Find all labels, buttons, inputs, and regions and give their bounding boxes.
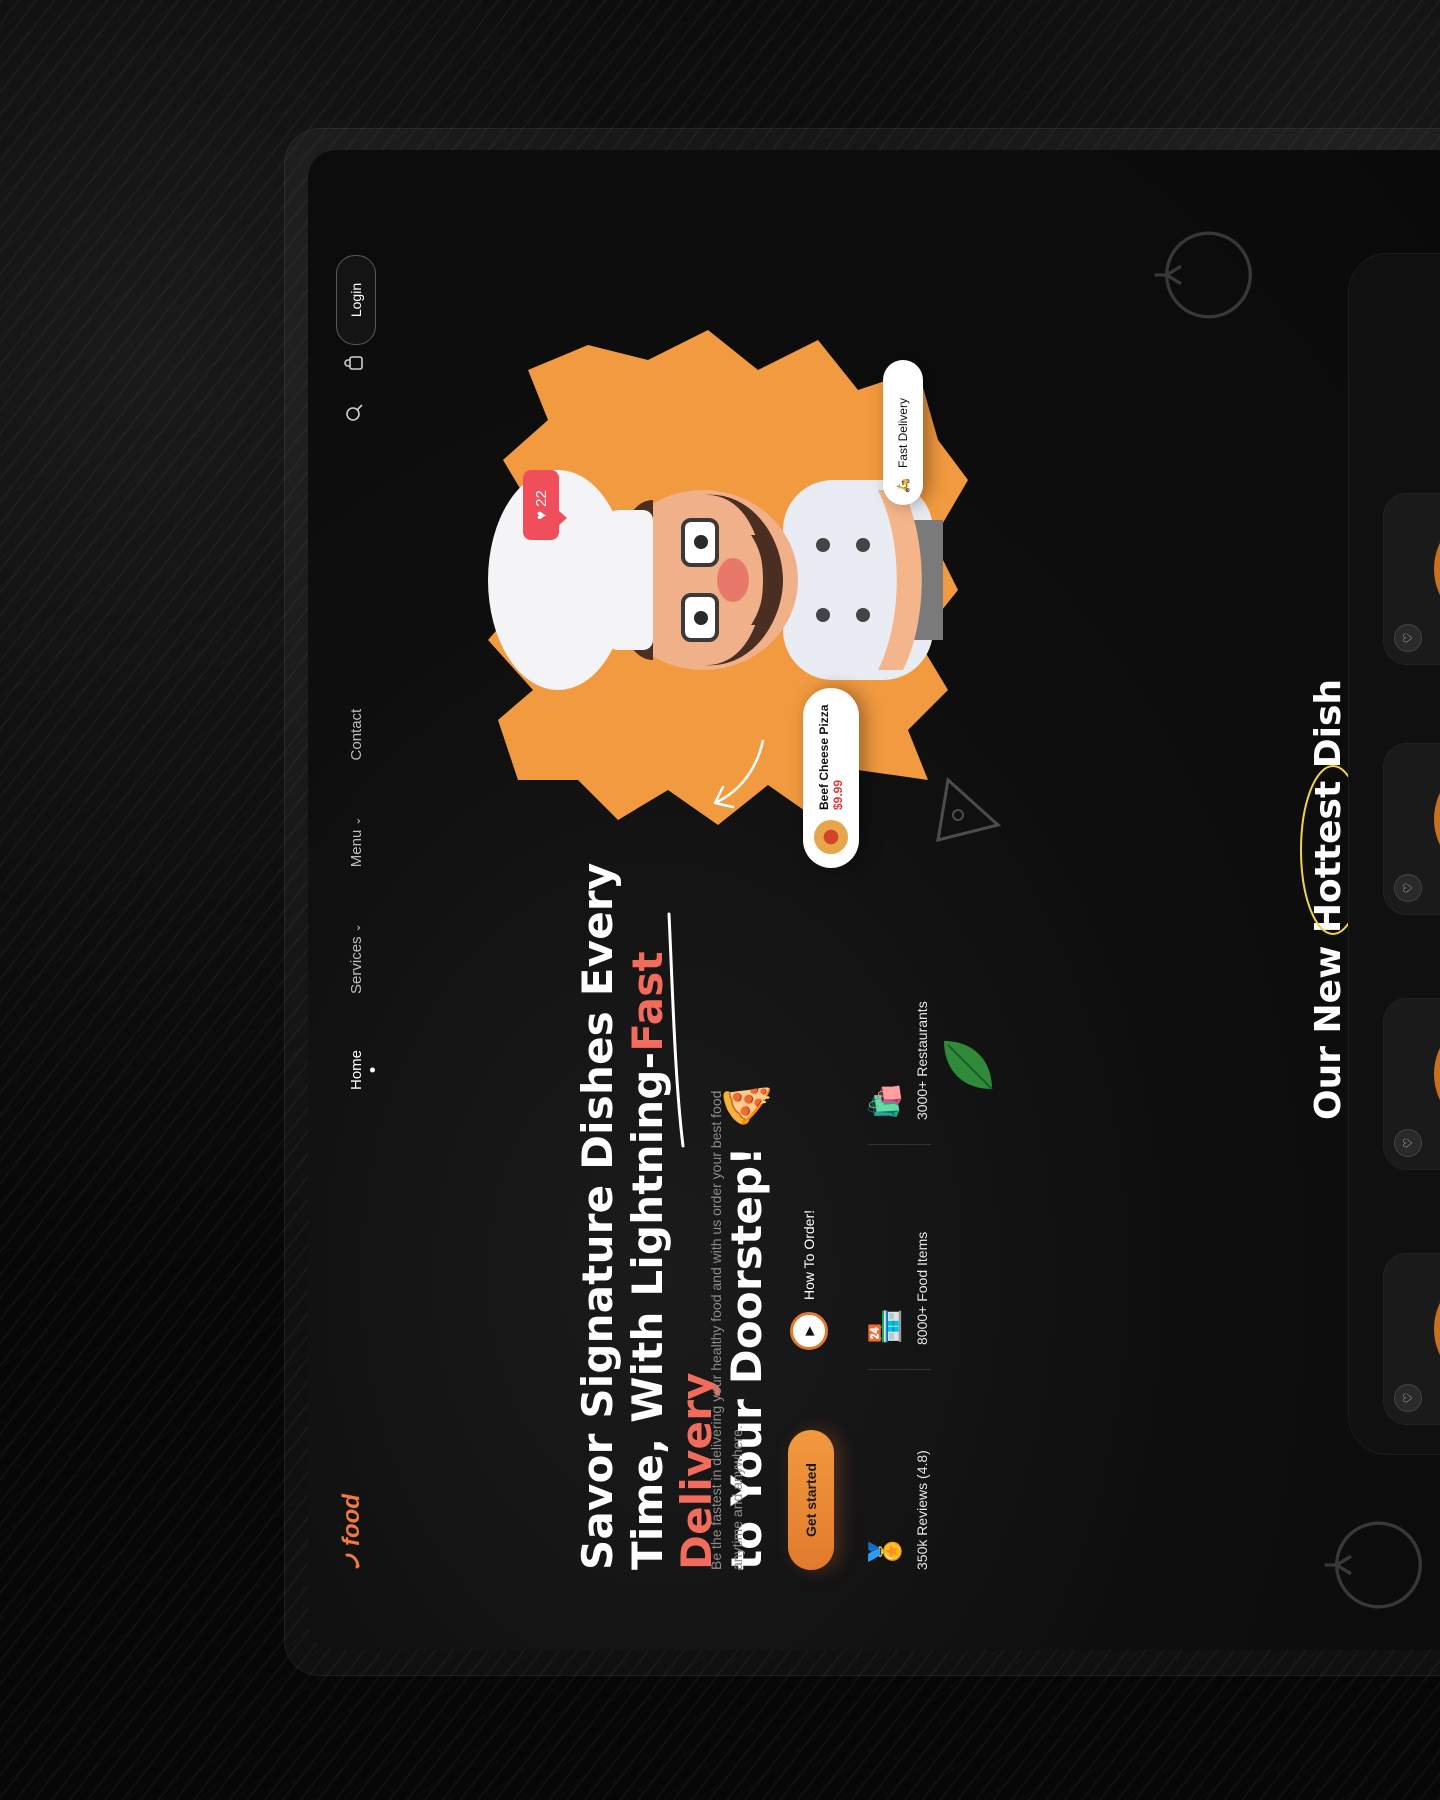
nav-home[interactable]: Home (348, 1050, 365, 1090)
pizza-thumbnail (814, 820, 848, 854)
curved-arrow-icon (713, 739, 765, 809)
pizza-image (1434, 759, 1440, 879)
headline-line-1: Savor Signature Dishes Every (573, 862, 622, 1570)
tomato-outline-icon (1154, 231, 1252, 319)
stats-row: 🏅 350k Reviews (4.8) 🏪 8000+ Food Items … (868, 920, 932, 1570)
heart-icon[interactable]: ♡ (1394, 874, 1422, 902)
nav-services-label: Services (348, 936, 365, 994)
heart-icon[interactable]: ♡ (1394, 1384, 1422, 1412)
tomato-outline-icon (1324, 1521, 1422, 1609)
grocery-bag-icon: 🛍️ (869, 1082, 902, 1120)
pizza-image (1434, 509, 1440, 629)
how-to-order-label: How To Order! (801, 1210, 817, 1300)
nav-contact-label: Contact (348, 708, 365, 761)
nav-menu-label: Menu (348, 829, 365, 868)
brand-logo[interactable]: food (338, 1494, 366, 1570)
fast-delivery-chip: 🛵 Fast Delivery (883, 360, 923, 505)
chili-icon (345, 1553, 360, 1569)
scooter-icon: 🛵 (896, 478, 910, 493)
stat-food-items-text: 8000+ Food Items (914, 1231, 930, 1345)
pizza-image (1434, 1269, 1440, 1389)
header-icons (342, 351, 366, 425)
dish-card[interactable]: ♡ (1383, 743, 1440, 915)
pizza-slice-outline-icon (936, 777, 1002, 843)
basil-leaf-icon (944, 1041, 993, 1090)
pizza-image (1434, 1014, 1440, 1134)
play-icon: ▶ (790, 1312, 828, 1350)
how-to-order-link[interactable]: ▶ How To Order! (790, 1210, 828, 1350)
dish-card[interactable]: ♡ (1383, 1253, 1440, 1425)
nav-services[interactable]: Services ⌄ (348, 923, 365, 994)
dish-card[interactable]: ♡ (1383, 493, 1440, 665)
heart-icon: ♥ (532, 510, 550, 520)
section-title-prefix: Our New (1308, 933, 1349, 1120)
hero-description: Be the fastest in delivering your health… (708, 1090, 745, 1570)
nav-home-label: Home (348, 1049, 365, 1090)
search-icon[interactable] (342, 401, 366, 425)
stat-food-items: 🏪 8000+ Food Items (868, 1145, 932, 1370)
stat-restaurants-text: 3000+ Restaurants (914, 1001, 930, 1120)
chevron-down-icon: ⌄ (351, 816, 363, 826)
rotated-page: food Home Services ⌄ Menu ⌄ Contact Logi… (308, 150, 1440, 1650)
get-started-button[interactable]: Get started (788, 1430, 834, 1570)
product-chip-info: Beef Cheese Pizza $9.99 (817, 705, 845, 810)
likes-badge: ♥ 22 (523, 470, 559, 540)
nav-contact[interactable]: Contact (348, 709, 365, 761)
product-chip[interactable]: Beef Cheese Pizza $9.99 (803, 688, 859, 868)
product-name: Beef Cheese Pizza (817, 704, 831, 810)
heart-icon[interactable]: ♡ (1394, 1129, 1422, 1157)
main-nav: Home Services ⌄ Menu ⌄ Contact (348, 709, 365, 1090)
chef-mascot-illustration (488, 470, 943, 690)
stat-reviews-text: 350k Reviews (4.8) (914, 1450, 930, 1570)
headline-underline (667, 912, 685, 1148)
heart-icon[interactable]: ♡ (1394, 624, 1422, 652)
store-icon: 🏪 (869, 1307, 902, 1345)
login-button[interactable]: Login (336, 255, 376, 345)
dish-card[interactable]: ♡ (1383, 998, 1440, 1170)
logo-text: food (338, 1494, 365, 1546)
landing-page-mockup: food Home Services ⌄ Menu ⌄ Contact Logi… (308, 150, 1440, 1650)
fast-delivery-label: Fast Delivery (896, 398, 910, 469)
shopping-bag-icon[interactable] (342, 351, 366, 375)
stat-reviews: 🏅 350k Reviews (4.8) (868, 1370, 931, 1570)
product-price: $9.99 (831, 779, 845, 810)
nav-menu[interactable]: Menu ⌄ (348, 816, 365, 867)
stat-restaurants: 🛍️ 3000+ Restaurants (868, 920, 932, 1145)
medal-icon: 🏅 (869, 1532, 902, 1570)
likes-count: 22 (532, 490, 550, 507)
chevron-down-icon: ⌄ (351, 923, 363, 933)
